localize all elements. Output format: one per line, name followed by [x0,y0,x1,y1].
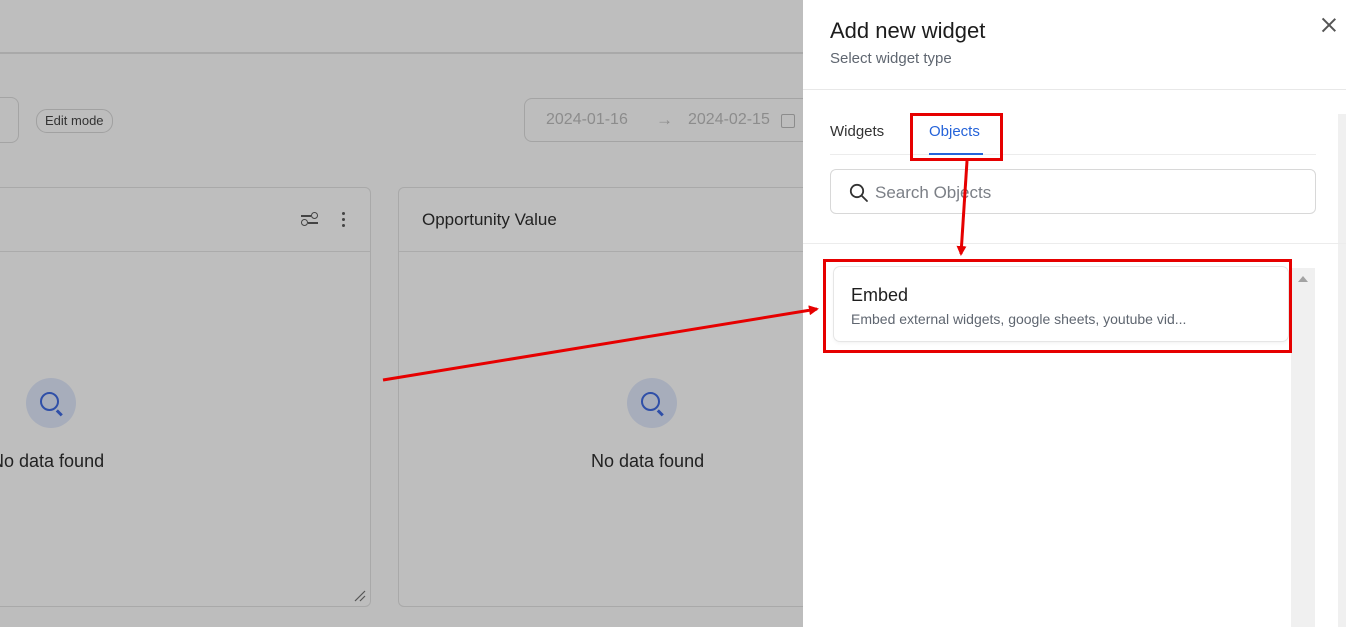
panel-subtitle: Select widget type [830,50,952,67]
search-box[interactable] [830,169,1316,214]
dashboard-topbar [0,0,803,54]
search-icon [849,183,868,202]
panel-scrollbar[interactable] [1338,114,1346,627]
panel-title: Add new widget [830,18,986,43]
calendar-icon [781,114,795,128]
dashboard-card: No data found [0,187,371,607]
tab-objects[interactable]: Objects [929,123,980,140]
widget-item-name: Embed [851,285,909,305]
dashboard-selector[interactable] [0,97,19,143]
scroll-up-icon[interactable] [1298,276,1308,282]
kebab-icon[interactable] [342,212,346,228]
date-arrow-icon: → [656,110,673,129]
divider [803,89,1346,90]
close-icon[interactable] [1318,14,1340,36]
card-title: Opportunity Value [422,210,557,229]
active-tab-indicator [929,153,983,155]
empty-search-icon [26,378,76,428]
edit-mode-badge[interactable]: Edit mode [36,109,113,133]
empty-search-icon [627,378,677,428]
add-widget-panel: Add new widget Select widget type Widget… [803,0,1346,627]
card-header: Opportunity Value [399,188,817,252]
date-to: 2024-02-15 [688,111,770,128]
card-header [0,188,370,252]
tabs-divider [830,154,1316,155]
list-scrollbar[interactable] [1291,268,1315,627]
filter-icon[interactable] [301,212,319,226]
search-input[interactable] [873,180,1297,206]
empty-state-text: No data found [0,451,105,471]
date-range-picker[interactable]: 2024-01-16 → 2024-02-15 [524,98,814,142]
widget-item-embed[interactable]: Embed Embed external widgets, google she… [834,267,1288,341]
divider [803,243,1346,244]
empty-state-text: No data found [591,451,705,471]
date-from: 2024-01-16 [546,111,628,128]
tab-widgets[interactable]: Widgets [830,123,884,140]
dashboard-card: Opportunity Value No data found [398,187,818,607]
resize-handle-icon[interactable] [354,590,366,602]
widget-item-description: Embed external widgets, google sheets, y… [851,311,1187,327]
